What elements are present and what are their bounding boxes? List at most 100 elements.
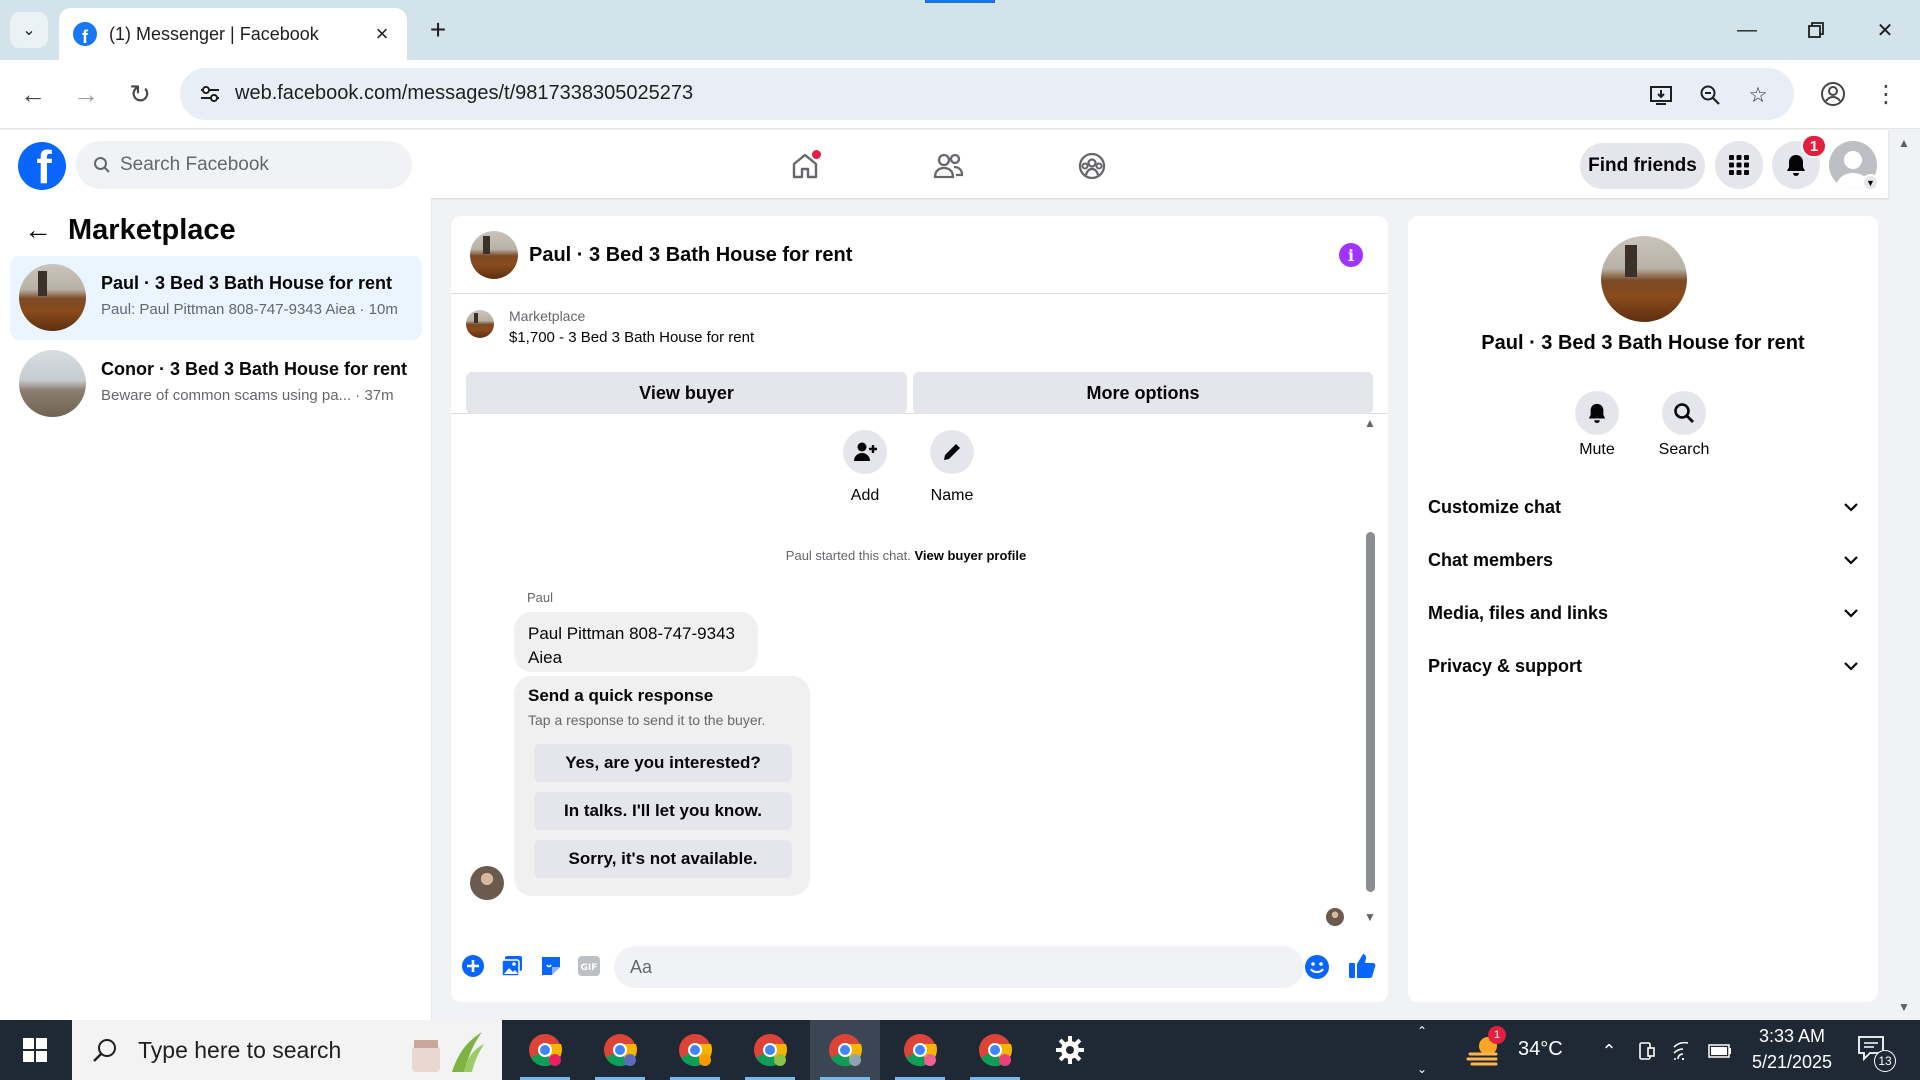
plus-circle-icon[interactable]	[460, 953, 486, 979]
chrome-taskbar-icon[interactable]	[660, 1020, 730, 1080]
emoji-icon[interactable]	[1303, 953, 1331, 981]
quick-response-subtitle: Tap a response to send it to the buyer.	[528, 712, 766, 728]
chevron-up-icon[interactable]: ⌃	[1417, 1024, 1427, 1038]
search-icon	[90, 1035, 120, 1065]
quick-response-button[interactable]: In talks. I'll let you know.	[534, 792, 792, 830]
windows-taskbar: Type here to search ⌃ ⌄ 1 34°C ⌃ 3:33 AM…	[0, 1020, 1920, 1080]
taskbar-search[interactable]: Type here to search	[72, 1020, 502, 1080]
install-app-icon[interactable]	[1646, 80, 1676, 110]
search-highlight-illustration-icon	[402, 1026, 492, 1074]
chrome-taskbar-icon[interactable]	[735, 1020, 805, 1080]
conversation-item-conor[interactable]: Conor · 3 Bed 3 Bath House for rent Bewa…	[10, 342, 422, 426]
back-arrow-icon[interactable]: ←	[13, 74, 53, 114]
info-icon[interactable]: i	[1339, 243, 1363, 267]
restore-window-icon[interactable]	[1793, 12, 1839, 48]
bookmark-star-icon[interactable]: ☆	[1743, 80, 1773, 110]
browser-tab-messenger[interactable]: f (1) Messenger | Facebook ×	[59, 8, 407, 60]
zoom-icon[interactable]	[1695, 80, 1725, 110]
chrome-taskbar-icon[interactable]	[510, 1020, 580, 1080]
scroll-up-arrow-icon[interactable]: ▲	[1364, 416, 1376, 430]
friends-nav-icon[interactable]	[922, 140, 974, 192]
svg-text:GIF: GIF	[581, 963, 598, 973]
clock-time[interactable]: 3:33 AM	[1752, 1026, 1832, 1047]
add-label: Add	[850, 487, 880, 504]
home-nav-icon[interactable]	[779, 140, 831, 192]
customize-chat-row[interactable]: Customize chat	[1428, 485, 1864, 529]
windows-start-icon[interactable]	[0, 1020, 70, 1080]
groups-nav-icon[interactable]	[1066, 140, 1118, 192]
seen-by-avatar	[1326, 908, 1344, 926]
conversation-preview: Beware of common scams using pa... · 37m	[101, 387, 394, 404]
chevron-down-icon	[1844, 605, 1858, 621]
thumbs-up-icon[interactable]	[1347, 951, 1377, 981]
quick-response-button[interactable]: Yes, are you interested?	[534, 744, 792, 782]
details-listing-thumbnail[interactable]	[1601, 236, 1687, 322]
message-input[interactable]	[614, 946, 1304, 988]
page-scroll-down-arrow-icon[interactable]: ▼	[1898, 1000, 1910, 1014]
chrome-taskbar-icon-active[interactable]	[810, 1020, 880, 1080]
facebook-search-input[interactable]	[120, 154, 400, 176]
taskbar-scroll-arrows[interactable]: ⌃ ⌄	[1410, 1024, 1434, 1076]
message-bubble[interactable]: Paul Pittman 808-747-9343 Aiea	[514, 612, 758, 672]
conversation-item-paul[interactable]: Paul · 3 Bed 3 Bath House for rent Paul:…	[10, 256, 422, 340]
device-icon[interactable]	[1633, 1038, 1659, 1064]
mute-label: Mute	[1579, 441, 1615, 458]
facebook-search[interactable]	[76, 141, 412, 189]
sticker-icon[interactable]	[538, 953, 564, 979]
profile-icon[interactable]	[1813, 74, 1853, 114]
gif-icon[interactable]: GIF	[576, 953, 602, 979]
reload-icon[interactable]: ↻	[120, 74, 160, 114]
forward-arrow-icon[interactable]: →	[66, 74, 106, 114]
more-options-button[interactable]: More options	[913, 372, 1373, 414]
battery-icon[interactable]	[1707, 1038, 1733, 1064]
facebook-header: f Find friends 1 ▼	[0, 130, 1888, 198]
home-notification-dot	[812, 150, 821, 159]
wifi-icon[interactable]	[1670, 1038, 1696, 1064]
chat-listing-thumbnail[interactable]	[470, 231, 518, 279]
chat-title[interactable]: Paul · 3 Bed 3 Bath House for rent	[529, 244, 852, 267]
chrome-taskbar-icon[interactable]	[960, 1020, 1030, 1080]
add-person-icon[interactable]	[843, 430, 887, 474]
page-scroll-up-arrow-icon[interactable]: ▲	[1898, 136, 1910, 150]
minimize-window-icon[interactable]: —	[1724, 12, 1770, 48]
show-hidden-icons-chevron-icon[interactable]: ⌃	[1596, 1038, 1622, 1064]
close-window-icon[interactable]: ✕	[1862, 12, 1908, 48]
facebook-logo-icon[interactable]: f	[18, 142, 66, 190]
bell-icon[interactable]	[1575, 391, 1619, 435]
view-buyer-button[interactable]: View buyer	[466, 372, 907, 414]
settings-gear-icon[interactable]	[1035, 1020, 1105, 1080]
privacy-support-row[interactable]: Privacy & support	[1428, 644, 1864, 688]
menu-grid-icon[interactable]	[1715, 141, 1763, 189]
close-tab-icon[interactable]: ×	[369, 21, 395, 47]
scroll-down-arrow-icon[interactable]: ▼	[1364, 910, 1376, 924]
photo-icon[interactable]	[499, 953, 525, 979]
name-label: Name	[930, 487, 974, 504]
view-buyer-profile-link[interactable]: View buyer profile	[914, 548, 1026, 563]
chat-details-panel: Paul · 3 Bed 3 Bath House for rent Mute …	[1408, 216, 1878, 1002]
chrome-taskbar-icon[interactable]	[885, 1020, 955, 1080]
url-text[interactable]: web.facebook.com/messages/t/981733830502…	[235, 82, 693, 105]
chrome-taskbar-icon[interactable]	[585, 1020, 655, 1080]
media-files-links-row[interactable]: Media, files and links	[1428, 591, 1864, 635]
back-arrow-icon[interactable]: ←	[24, 214, 52, 246]
browser-menu-icon[interactable]: ⋮	[1866, 74, 1906, 114]
address-bar[interactable]: web.facebook.com/messages/t/981733830502…	[180, 68, 1794, 120]
quick-response-button[interactable]: Sorry, it's not available.	[534, 840, 792, 878]
find-friends-button[interactable]: Find friends	[1580, 143, 1705, 189]
chevron-down-icon[interactable]: ⌄	[1417, 1062, 1427, 1076]
search-icon[interactable]	[1662, 391, 1706, 435]
new-tab-icon[interactable]: +	[422, 14, 454, 46]
account-chevron-icon[interactable]: ▼	[1862, 174, 1879, 191]
pencil-icon[interactable]	[930, 430, 974, 474]
chat-scroll-thumb[interactable]	[1366, 532, 1375, 892]
chat-scrollbar[interactable]: ▲ ▼	[1363, 414, 1377, 926]
clock-date[interactable]: 5/21/2025	[1740, 1052, 1844, 1073]
tab-search-chevron-icon[interactable]: ⌄	[10, 12, 48, 48]
listing-summary: Marketplace $1,700 - 3 Bed 3 Bath House …	[451, 294, 1388, 414]
temperature[interactable]: 34°C	[1518, 1038, 1563, 1061]
details-title: Paul · 3 Bed 3 Bath House for rent	[1481, 332, 1805, 354]
listing-price-title[interactable]: $1,700 - 3 Bed 3 Bath House for rent	[509, 329, 754, 346]
chat-members-row[interactable]: Chat members	[1428, 538, 1864, 582]
sender-avatar[interactable]	[470, 866, 504, 900]
site-info-icon[interactable]	[194, 78, 226, 110]
